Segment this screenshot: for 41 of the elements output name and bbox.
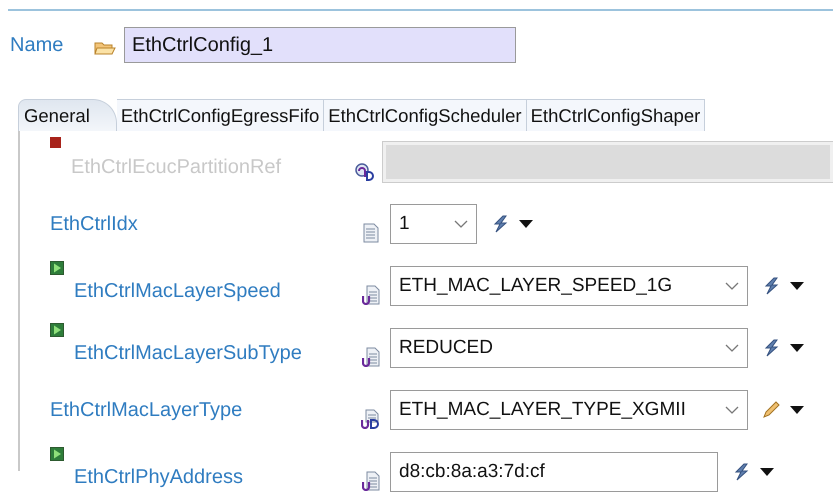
name-field[interactable]: EthCtrlConfig_1 [124, 27, 516, 63]
reference-icon [354, 161, 374, 181]
dropdown[interactable]: 1 [390, 204, 477, 244]
document-icon [362, 347, 380, 367]
lightning-icon[interactable] [732, 463, 750, 481]
tab[interactable]: EthCtrlConfigEgressFifo [116, 99, 324, 131]
caret-icon[interactable] [760, 468, 774, 476]
chevron-icon [725, 282, 739, 290]
document-icon [361, 409, 381, 429]
dropdown[interactable]: ETH_MAC_LAYER_SPEED_1G [390, 266, 748, 306]
tab[interactable]: EthCtrlConfigShaper [526, 99, 706, 131]
parameter-label: EthCtrlPhyAddress [74, 466, 243, 488]
caret-icon[interactable] [790, 282, 804, 290]
play-icon [50, 261, 64, 275]
document-icon [363, 223, 379, 243]
lightning-icon[interactable] [491, 215, 509, 233]
parameter-label: EthCtrlMacLayerSubType [74, 342, 302, 364]
folder-icon [94, 40, 116, 56]
name-label: Name [10, 34, 64, 56]
play-icon [50, 447, 64, 461]
parameter-label: EthCtrlIdx [50, 212, 138, 236]
dropdown[interactable]: REDUCED [390, 328, 748, 368]
caret-icon[interactable] [790, 406, 804, 414]
caret-icon[interactable] [519, 220, 533, 228]
square-icon [50, 137, 61, 148]
tab[interactable]: EthCtrlConfigScheduler [324, 99, 527, 131]
text-field[interactable]: d8:cb:8a:a3:7d:cf [390, 452, 718, 492]
dropdown[interactable]: ETH_MAC_LAYER_TYPE_XGMII [390, 390, 748, 430]
chevron-icon [725, 344, 739, 352]
chevron-icon [725, 406, 739, 414]
pencil-icon[interactable] [762, 401, 780, 419]
caret-icon[interactable] [790, 344, 804, 352]
chevron-icon [454, 220, 468, 228]
parameter-label: EthCtrlMacLayerSpeed [74, 280, 281, 302]
document-icon [362, 285, 380, 305]
tab[interactable]: General [18, 99, 117, 131]
lightning-icon[interactable] [762, 277, 780, 295]
document-icon [362, 471, 380, 491]
parameter-label: EthCtrlMacLayerType [50, 398, 242, 422]
play-icon [50, 323, 64, 337]
lightning-icon[interactable] [762, 339, 780, 357]
